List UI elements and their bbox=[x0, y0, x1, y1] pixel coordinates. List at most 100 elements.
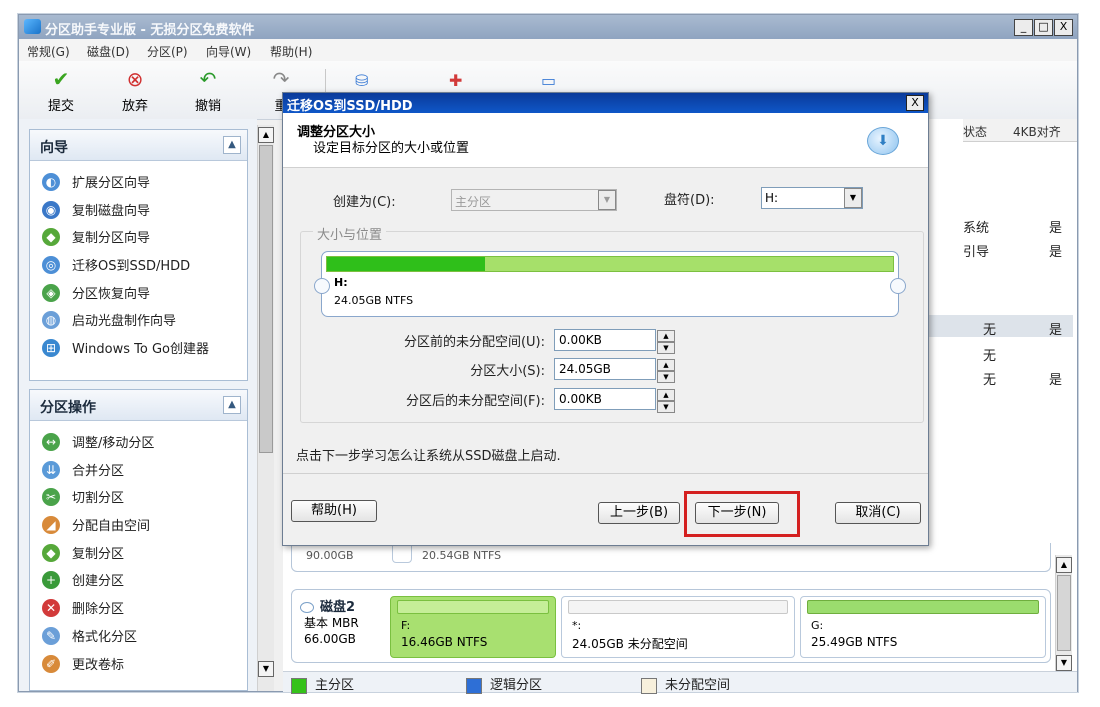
before-space-stepper[interactable]: ▲ ▼ bbox=[657, 330, 675, 354]
after-space-stepper[interactable]: ▲ ▼ bbox=[657, 389, 675, 413]
disk-tool-icon[interactable]: ⛁ bbox=[355, 71, 377, 90]
disk1-row[interactable]: 90.00GB 20.54GB NTFS bbox=[291, 543, 1051, 572]
disk1-partition-text: 20.54GB NTFS bbox=[422, 549, 502, 562]
drive-letter-select[interactable]: H: ▼ bbox=[761, 187, 863, 209]
unallocated-swatch bbox=[641, 677, 657, 694]
sidebar-item-copy-partition[interactable]: ◆ 复制分区 bbox=[42, 543, 124, 563]
plus-icon: + bbox=[42, 570, 60, 589]
after-space-label: 分区后的未分配空间(F): bbox=[405, 394, 545, 409]
maximize-button[interactable]: □ bbox=[1034, 19, 1053, 36]
sidebar-item-recovery-wizard[interactable]: ◈ 分区恢复向导 bbox=[42, 283, 150, 303]
after-space-input[interactable]: 0.00KB ▲ ▼ bbox=[554, 388, 675, 413]
title-bar[interactable]: 分区助手专业版 - 无损分区免费软件 _ □ X bbox=[19, 15, 1077, 39]
dialog-title-bar[interactable]: 迁移OS到SSD/HDD X bbox=[283, 93, 928, 114]
copy-partition-icon: ◆ bbox=[42, 227, 60, 246]
windows-icon: ⊞ bbox=[42, 338, 60, 357]
partition-unallocated[interactable]: *: 24.05GB 未分配空间 bbox=[561, 596, 795, 658]
next-button-highlight bbox=[684, 491, 800, 537]
sidebar-item-allocate-free[interactable]: ◢ 分配自由空间 bbox=[42, 515, 150, 535]
right-resize-handle[interactable] bbox=[890, 278, 906, 294]
partition-size-bar[interactable] bbox=[326, 256, 894, 272]
col-4k-align[interactable]: 4KB对齐 bbox=[1013, 123, 1061, 140]
spin-down-icon[interactable]: ▼ bbox=[657, 371, 675, 383]
sidebar-item-bootable-cd[interactable]: ◍ 启动光盘制作向导 bbox=[42, 310, 176, 330]
wizard-panel: 向导 ▲ ◐ 扩展分区向导 ◉ 复制磁盘向导 ◆ 复制分区向导 ◎ 迁移OS到SSD/H… bbox=[29, 129, 248, 381]
partition-ops-panel: 分区操作 ▲ ↔ 调整/移动分区 ⇊ 合并分区 ✂ 切割分区 ◢ 分配自由空间 ◆ 复制分… bbox=[29, 389, 248, 691]
wizard-panel-title: 向导 bbox=[40, 140, 68, 156]
disk2-size: 66.00GB bbox=[304, 632, 356, 646]
discard-button[interactable]: ⊗ 放弃 bbox=[111, 67, 159, 114]
sidebar-item-split[interactable]: ✂ 切割分区 bbox=[42, 487, 124, 507]
partition-size-stepper[interactable]: ▲ ▼ bbox=[657, 359, 675, 383]
spin-up-icon[interactable]: ▲ bbox=[657, 359, 675, 371]
scroll-up-icon[interactable]: ▲ bbox=[258, 127, 274, 143]
allocate-icon: ◢ bbox=[42, 515, 60, 534]
commit-button[interactable]: ✔ 提交 bbox=[37, 67, 85, 114]
partition-size-input[interactable]: 24.05GB ▲ ▼ bbox=[554, 358, 675, 383]
spin-down-icon[interactable]: ▼ bbox=[657, 401, 675, 413]
close-button[interactable]: X bbox=[1054, 19, 1073, 36]
minimize-button[interactable]: _ bbox=[1014, 19, 1033, 36]
col-status[interactable]: 状态 bbox=[963, 123, 987, 140]
spin-up-icon[interactable]: ▲ bbox=[657, 389, 675, 401]
table-cell-align: 是 bbox=[1049, 245, 1063, 260]
collapse-up-icon[interactable]: ▲ bbox=[223, 136, 241, 154]
table-cell-status: 无 bbox=[983, 373, 997, 388]
scroll-thumb[interactable] bbox=[1057, 575, 1071, 651]
chevron-down-icon[interactable]: ▼ bbox=[844, 188, 862, 208]
partition-g[interactable]: G: 25.49GB NTFS bbox=[800, 596, 1046, 658]
disk-migrate-icon: ⬇ bbox=[867, 127, 899, 155]
extend-icon: ◐ bbox=[42, 172, 60, 191]
scroll-thumb[interactable] bbox=[259, 145, 273, 453]
scroll-down-icon[interactable]: ▼ bbox=[258, 661, 274, 677]
menu-partition[interactable]: 分区(P) bbox=[147, 43, 188, 60]
partition-unallocated-label: *: bbox=[572, 619, 582, 632]
sidebar-item-copy-partition-wizard[interactable]: ◆ 复制分区向导 bbox=[42, 227, 150, 247]
sidebar-item-resize-move[interactable]: ↔ 调整/移动分区 bbox=[42, 432, 154, 452]
sidebar-item-format[interactable]: ✎ 格式化分区 bbox=[42, 626, 137, 646]
undo-icon: ↶ bbox=[199, 67, 217, 91]
disk2-row[interactable]: 磁盘2 基本 MBR 66.00GB F: 16.46GB NTFS *: 24… bbox=[291, 589, 1051, 663]
scroll-down-icon[interactable]: ▼ bbox=[1056, 655, 1072, 671]
create-as-label: 创建为(C): bbox=[333, 195, 396, 210]
sidebar-item-windows-to-go[interactable]: ⊞ Windows To Go创建器 bbox=[42, 338, 209, 358]
partition-f-bar bbox=[397, 600, 549, 614]
partition-resize-box[interactable]: H: 24.05GB NTFS bbox=[321, 251, 899, 317]
before-space-input[interactable]: 0.00KB ▲ ▼ bbox=[554, 329, 675, 354]
partition-f[interactable]: F: 16.46GB NTFS bbox=[390, 596, 556, 658]
scroll-up-icon[interactable]: ▲ bbox=[1056, 557, 1072, 573]
table-cell-align: 是 bbox=[1049, 373, 1063, 388]
migrate-icon: ◎ bbox=[42, 255, 60, 274]
undo-label: 撤销 bbox=[194, 99, 221, 114]
sidebar-item-change-label[interactable]: ✐ 更改卷标 bbox=[42, 654, 124, 674]
left-resize-handle[interactable] bbox=[314, 278, 330, 294]
sidebar-item-merge[interactable]: ⇊ 合并分区 bbox=[42, 460, 124, 480]
diskmap-scrollbar[interactable]: ▲ ▼ bbox=[1055, 555, 1072, 673]
menu-wizard[interactable]: 向导(W) bbox=[206, 43, 251, 60]
dialog-close-button[interactable]: X bbox=[906, 95, 924, 111]
partition-unallocated-bar bbox=[568, 600, 788, 614]
spin-down-icon[interactable]: ▼ bbox=[657, 342, 675, 354]
sidebar-scrollbar[interactable]: ▲ ▼ bbox=[257, 125, 274, 691]
undo-button[interactable]: ↶ 撤销 bbox=[184, 67, 232, 114]
resize-icon: ↔ bbox=[42, 432, 60, 451]
menu-disk[interactable]: 磁盘(D) bbox=[87, 43, 130, 60]
sidebar-item-migrate-os[interactable]: ◎ 迁移OS到SSD/HDD bbox=[42, 255, 190, 275]
menu-general[interactable]: 常规(G) bbox=[27, 43, 70, 60]
sidebar-item-delete-partition[interactable]: ✕ 删除分区 bbox=[42, 598, 124, 618]
sidebar-item-create-partition[interactable]: + 创建分区 bbox=[42, 570, 124, 590]
menu-help[interactable]: 帮助(H) bbox=[270, 43, 312, 60]
partition-f-info: 16.46GB NTFS bbox=[401, 635, 488, 649]
copy-icon: ◆ bbox=[42, 543, 60, 562]
monitor-icon[interactable]: ▭ bbox=[541, 71, 563, 90]
disk2-type: 基本 MBR bbox=[304, 616, 359, 630]
tools-icon[interactable]: ✚ bbox=[449, 71, 471, 90]
sidebar-item-extend-wizard[interactable]: ◐ 扩展分区向导 bbox=[42, 172, 150, 192]
cancel-button[interactable]: 取消(C) bbox=[835, 502, 921, 524]
back-button[interactable]: 上一步(B) bbox=[598, 502, 680, 524]
spin-up-icon[interactable]: ▲ bbox=[657, 330, 675, 342]
help-button[interactable]: 帮助(H) bbox=[291, 500, 377, 522]
sidebar-item-copy-disk-wizard[interactable]: ◉ 复制磁盘向导 bbox=[42, 200, 150, 220]
collapse-up-icon[interactable]: ▲ bbox=[223, 396, 241, 414]
disk2-name: 磁盘2 bbox=[300, 596, 355, 615]
